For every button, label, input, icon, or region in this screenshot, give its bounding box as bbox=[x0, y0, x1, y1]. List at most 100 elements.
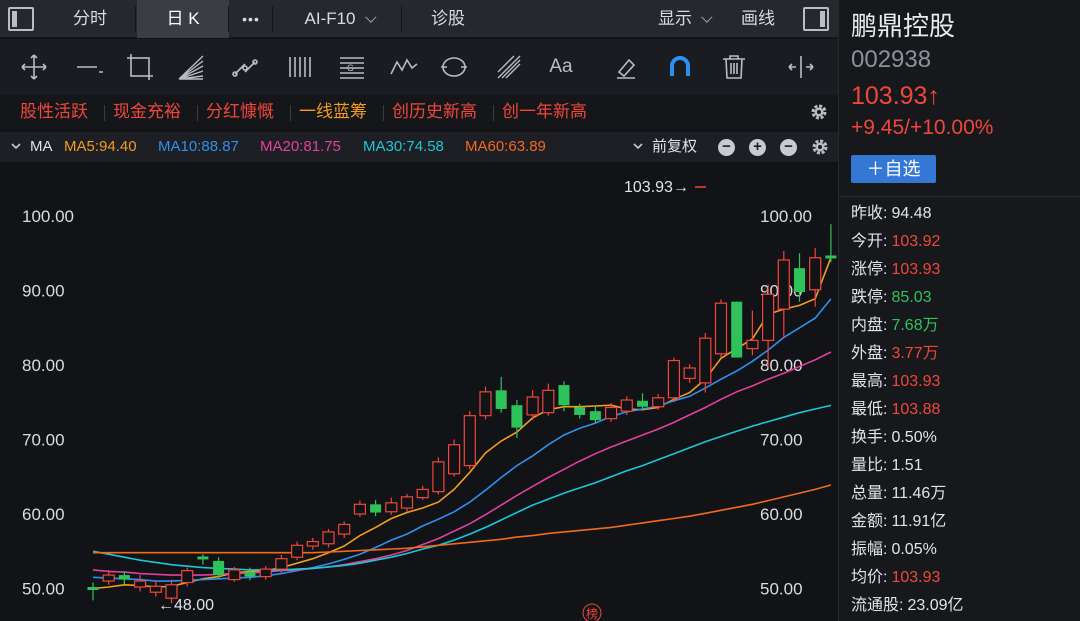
candle-body bbox=[228, 569, 241, 581]
candle[interactable] bbox=[259, 566, 272, 580]
svg-text:G: G bbox=[347, 63, 354, 73]
rectangle-icon[interactable] bbox=[124, 51, 156, 83]
tab-daily-k[interactable]: 日 K bbox=[137, 0, 229, 38]
gann-box-icon[interactable]: G bbox=[336, 51, 368, 83]
tab-ai-f10[interactable]: AI-F10 bbox=[274, 0, 402, 38]
wave-pattern-icon[interactable] bbox=[388, 51, 420, 83]
vertical-lines-icon[interactable] bbox=[284, 51, 316, 83]
eraser-icon[interactable] bbox=[610, 51, 642, 83]
expand-horizontal-icon[interactable] bbox=[785, 51, 817, 83]
candle[interactable] bbox=[134, 575, 147, 592]
quote-stat-row: 换手: 0.50% bbox=[851, 428, 937, 448]
candle-body bbox=[400, 496, 414, 509]
right-panel-toggle-icon[interactable] bbox=[803, 7, 829, 31]
quote-stat-row: 最低: 103.88 bbox=[851, 400, 940, 420]
move-cross-icon[interactable] bbox=[18, 51, 50, 83]
tag-divider bbox=[104, 105, 105, 121]
ma-label[interactable]: MA bbox=[30, 132, 53, 162]
candle-body bbox=[448, 444, 461, 475]
tab-ai-f10-label: AI-F10 bbox=[304, 9, 356, 28]
ma-collapse-icon[interactable] bbox=[10, 132, 22, 162]
candle[interactable] bbox=[620, 396, 633, 415]
remove-indicator-minus-icon[interactable]: − bbox=[780, 139, 797, 156]
candle[interactable] bbox=[511, 400, 523, 439]
trash-icon[interactable] bbox=[718, 51, 750, 83]
quote-stat-label: 外盘: bbox=[851, 345, 888, 362]
ranking-badge[interactable]: 榜 bbox=[586, 606, 598, 621]
draw-line-button[interactable]: 画线 bbox=[728, 0, 788, 38]
candle[interactable] bbox=[416, 485, 429, 500]
candle-body bbox=[511, 405, 523, 428]
candle[interactable] bbox=[667, 357, 681, 403]
candle[interactable] bbox=[385, 497, 398, 515]
tab-fenshi[interactable]: 分时 bbox=[44, 0, 136, 38]
tab-zhengu[interactable]: 诊股 bbox=[402, 0, 494, 38]
candle[interactable] bbox=[432, 457, 445, 495]
candle-body bbox=[432, 461, 445, 493]
tag-cash-rich[interactable]: 现金充裕 bbox=[113, 100, 181, 124]
collapse-minus-icon[interactable]: − bbox=[718, 139, 735, 156]
panel-divider bbox=[839, 196, 1080, 197]
magnet-icon[interactable] bbox=[664, 51, 696, 83]
candle[interactable] bbox=[809, 248, 822, 307]
more-tabs-button[interactable]: ••• bbox=[229, 0, 273, 38]
add-indicator-plus-icon[interactable]: + bbox=[749, 139, 766, 156]
candle-body bbox=[291, 544, 304, 558]
candlestick-chart-canvas[interactable]: 100.0090.0080.0070.0060.0050.00 100.0090… bbox=[0, 162, 838, 621]
tag-bluechip[interactable]: 一线蓝筹 bbox=[299, 100, 367, 124]
fibonacci-icon[interactable] bbox=[493, 51, 525, 83]
candle[interactable] bbox=[197, 554, 209, 565]
candle[interactable] bbox=[637, 393, 648, 410]
quote-stat-row: 量比: 1.51 bbox=[851, 456, 923, 476]
drawing-toolbar: G Aa bbox=[0, 39, 838, 95]
candle-body bbox=[87, 587, 99, 590]
quote-stat-row: 外盘: 3.77万 bbox=[851, 344, 939, 364]
candlestick-chart[interactable]: 100.0090.0080.0070.0060.0050.00 100.0090… bbox=[0, 162, 838, 621]
gear-icon[interactable] bbox=[810, 137, 830, 157]
candle[interactable] bbox=[400, 493, 414, 512]
candle[interactable] bbox=[495, 376, 507, 413]
candle-body bbox=[794, 268, 805, 292]
candle[interactable] bbox=[291, 541, 304, 561]
tag-dividend[interactable]: 分红慷慨 bbox=[206, 100, 274, 124]
candle[interactable] bbox=[149, 581, 162, 597]
text-tool-icon[interactable]: Aa bbox=[545, 51, 577, 83]
candle[interactable] bbox=[338, 521, 351, 538]
candle[interactable] bbox=[353, 500, 366, 517]
candle[interactable] bbox=[463, 411, 476, 470]
candle-body bbox=[604, 406, 618, 420]
candle[interactable] bbox=[731, 301, 743, 358]
candle[interactable] bbox=[306, 537, 319, 550]
candle[interactable] bbox=[542, 383, 555, 416]
restore-collapse-icon[interactable] bbox=[632, 132, 644, 162]
tag-year-high[interactable]: 创一年新高 bbox=[502, 100, 587, 124]
quote-stat-value: 1.51 bbox=[891, 457, 923, 474]
cycle-icon[interactable] bbox=[438, 51, 470, 83]
tag-active[interactable]: 股性活跃 bbox=[20, 100, 88, 124]
candle-body bbox=[667, 359, 681, 399]
gear-icon[interactable] bbox=[809, 102, 829, 122]
fan-lines-icon[interactable] bbox=[175, 51, 207, 83]
horizontal-line-icon[interactable] bbox=[74, 51, 106, 83]
parallel-channel-icon[interactable] bbox=[230, 51, 262, 83]
candle[interactable] bbox=[87, 582, 99, 601]
candle[interactable] bbox=[825, 224, 837, 263]
display-dropdown[interactable]: 显示 bbox=[640, 0, 726, 38]
tag-all-time-high[interactable]: 创历史新高 bbox=[392, 100, 477, 124]
candle[interactable] bbox=[699, 332, 712, 393]
candle[interactable] bbox=[777, 251, 790, 339]
candle[interactable] bbox=[683, 364, 696, 383]
candle[interactable] bbox=[589, 405, 601, 424]
price-adjust-dropdown[interactable]: 前复权 bbox=[652, 132, 697, 162]
max-price-label: 103.93→ bbox=[624, 179, 689, 196]
candle[interactable] bbox=[714, 299, 728, 358]
candle-body bbox=[181, 570, 194, 584]
candle-body bbox=[244, 572, 256, 577]
y-axis-label-right: 80.00 bbox=[760, 356, 803, 375]
candle[interactable] bbox=[370, 499, 382, 517]
add-watchlist-button[interactable]: ＋自选 bbox=[851, 155, 936, 183]
candle[interactable] bbox=[479, 386, 492, 420]
candle[interactable] bbox=[448, 439, 461, 477]
left-panel-toggle-icon[interactable] bbox=[8, 7, 34, 31]
candle[interactable] bbox=[322, 528, 335, 548]
